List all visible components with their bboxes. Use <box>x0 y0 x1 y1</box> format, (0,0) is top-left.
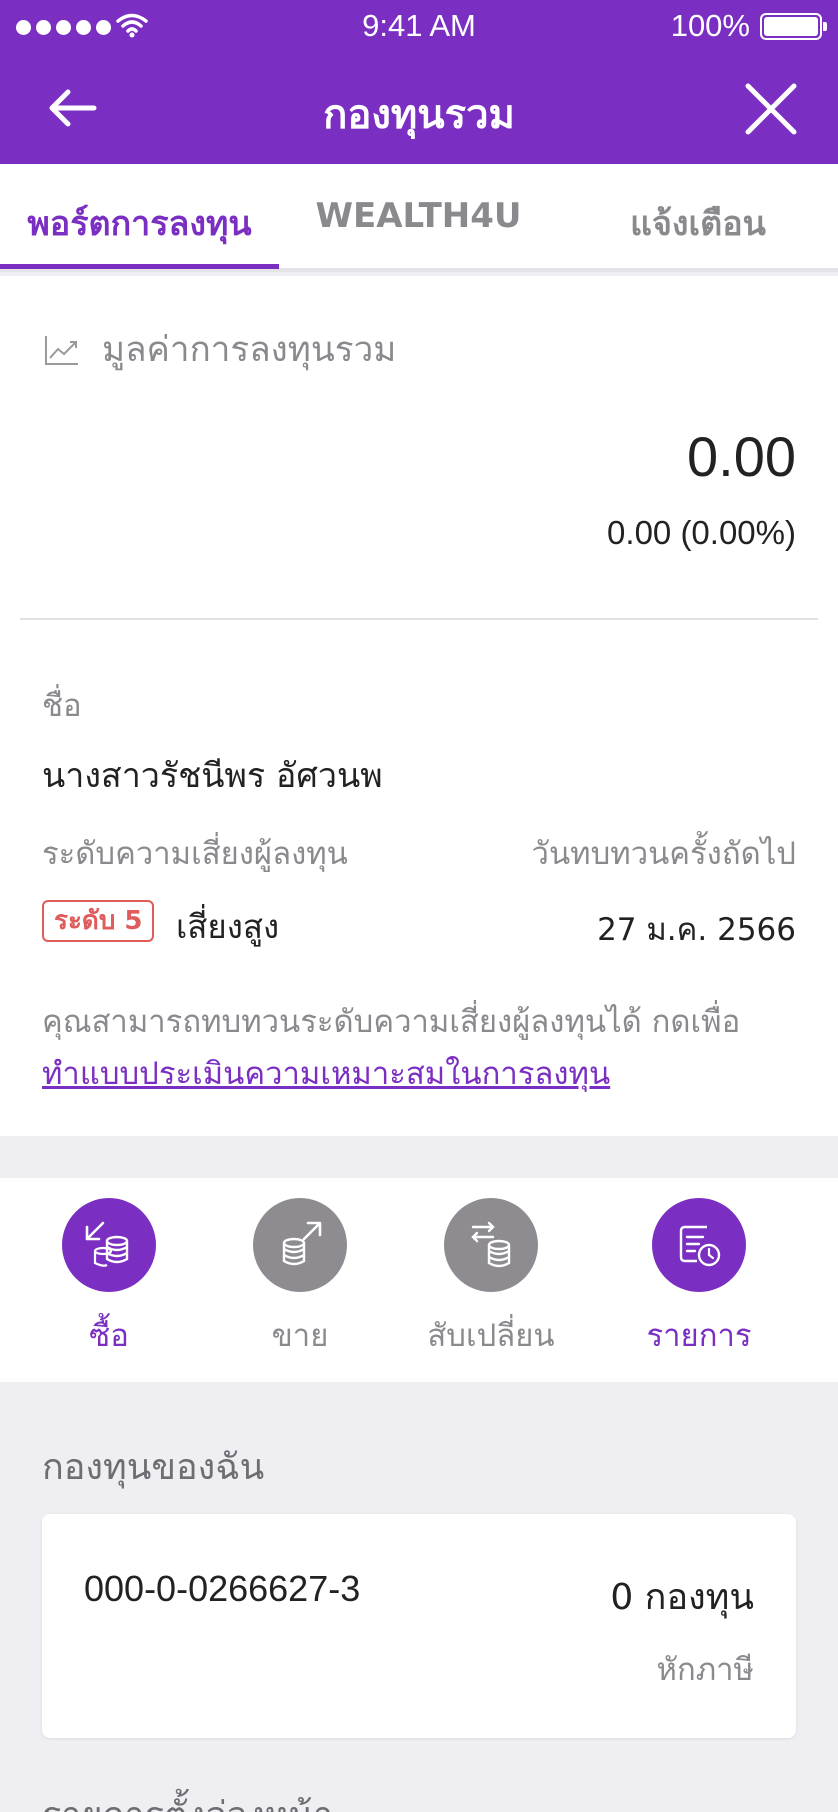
account-number: 000-0-0266627-3 <box>84 1568 361 1609</box>
risk-level-label: ระดับความเสี่ยงผู้ลงทุน <box>42 836 348 872</box>
close-icon[interactable] <box>742 80 800 138</box>
battery-icon <box>760 13 827 40</box>
buy-icon <box>62 1198 156 1292</box>
divider <box>20 618 818 620</box>
app-header: 9:41 AM 100% กองทุนรวม <box>0 0 838 164</box>
fund-count: 0 กองทุน <box>610 1577 754 1618</box>
name-label: ชื่อ <box>42 688 82 724</box>
transactions-button[interactable]: รายการ <box>599 1198 799 1360</box>
tab-portfolio[interactable]: พอร์ตการลงทุน <box>0 196 279 250</box>
next-review-label: วันทบทวนครั้งถัดไป <box>531 836 796 872</box>
sell-button[interactable]: ขาย <box>200 1198 400 1360</box>
market-value: 0.00 <box>687 425 796 488</box>
status-bar: 9:41 AM 100% <box>0 0 838 52</box>
suitability-assessment-link[interactable]: ทำแบบประเมินความเหมาะสมในการลงทุน <box>42 1048 610 1098</box>
transactions-icon <box>652 1198 746 1292</box>
tax-label: หักภาษี <box>656 1652 754 1688</box>
my-funds-title: กองทุนของฉัน <box>42 1447 265 1488</box>
action-bar: ซื้อ ขาย สับเปลี่ยน รายการ <box>0 1178 838 1382</box>
risk-level-text: เสี่ยงสูง <box>176 907 280 946</box>
active-tab-indicator <box>0 264 279 269</box>
buy-label: ซื้อ <box>89 1318 129 1354</box>
tab-wealth4u[interactable]: WEALTH4U <box>279 196 558 236</box>
risk-level-badge: ระดับ 5 <box>42 900 155 942</box>
market-value-label: มูลค่าการลงทุนรวม <box>102 330 397 370</box>
preset-orders-title: รายการตั้งล่วงหน้า <box>42 1786 333 1812</box>
battery-percentage: 100% <box>670 8 750 43</box>
buy-button[interactable]: ซื้อ <box>9 1198 209 1360</box>
transactions-label: รายการ <box>646 1318 752 1354</box>
sell-icon <box>253 1198 347 1292</box>
market-value-change: 0.00 (0.00%) <box>607 514 796 551</box>
page-title: กองทุนรวม <box>323 92 515 138</box>
tab-notifications[interactable]: แจ้งเตือน <box>558 196 838 250</box>
sell-label: ขาย <box>271 1318 329 1354</box>
chart-trend-icon <box>45 335 78 365</box>
review-note: คุณสามารถทบทวนระดับความเสี่ยงผู้ลงทุนได้… <box>42 1004 741 1040</box>
next-review-date: 27 ม.ค. 2566 <box>597 912 796 948</box>
switch-button[interactable]: สับเปลี่ยน <box>391 1198 591 1360</box>
switch-label: สับเปลี่ยน <box>427 1318 555 1354</box>
tab-bar: พอร์ตการลงทุน WEALTH4U แจ้งเตือน <box>0 164 838 272</box>
switch-icon <box>444 1198 538 1292</box>
fund-account-card[interactable]: 000-0-0266627-3 0 กองทุน หักภาษี <box>42 1514 796 1738</box>
investor-name: นางสาวรัชนีพร อัศวนพ <box>42 756 383 796</box>
portfolio-summary: มูลค่าการลงทุนรวม 0.00 0.00 (0.00%) ชื่อ… <box>0 276 838 1136</box>
market-value-header: มูลค่าการลงทุนรวม <box>44 322 396 377</box>
